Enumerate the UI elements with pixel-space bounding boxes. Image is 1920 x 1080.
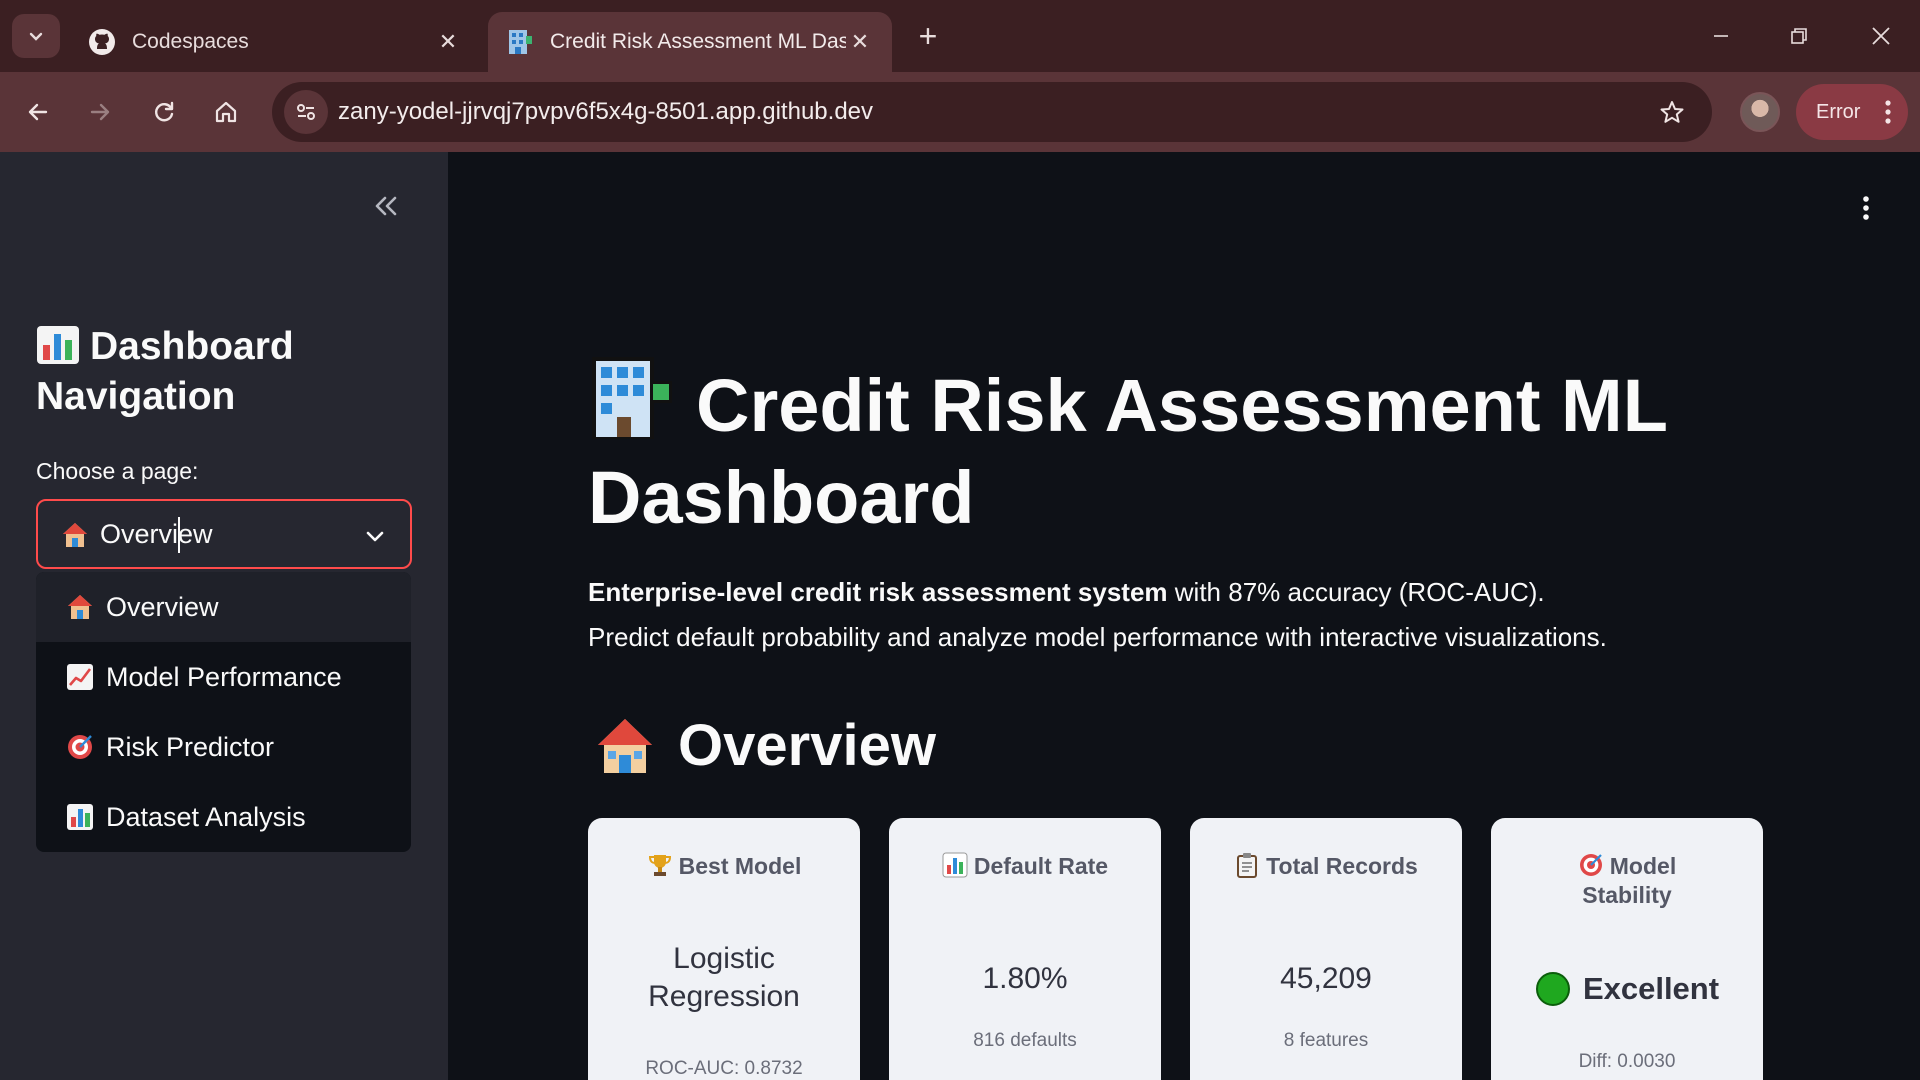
metric-sub: 816 defaults: [973, 1030, 1077, 1051]
metric-sub: ROC-AUC: 0.8732: [645, 1058, 803, 1079]
page-title-text: Credit Risk Assessment ML Dashboard: [588, 364, 1667, 539]
chart-increasing-icon: [67, 664, 93, 690]
metric-value: 1.80%: [982, 962, 1068, 995]
clipboard-icon: [1237, 853, 1258, 878]
bar-chart-icon: [37, 326, 79, 364]
intro-rest: with 87% accuracy (ROC-AUC).: [1167, 577, 1545, 607]
close-icon[interactable]: ✕: [434, 29, 462, 55]
tab-search-button[interactable]: [12, 14, 60, 58]
intro-line-2: Predict default probability and analyze …: [588, 622, 1607, 652]
more-vert-icon: [1863, 196, 1869, 220]
bar-chart-icon: [942, 852, 968, 878]
browser-toolbar: zany-yodel-jjrvqj7pvpv6f5x4g-8501.app.gi…: [0, 72, 1920, 152]
metric-label: Model Stability: [1531, 852, 1723, 910]
bookmark-button[interactable]: [1652, 92, 1692, 132]
sidebar: Dashboard Navigation Choose a page: Over…: [0, 152, 448, 1080]
trophy-icon: [648, 855, 671, 876]
metric-value: 45,209: [1280, 962, 1372, 995]
chevron-down-icon: [29, 32, 43, 41]
browser-tab-strip: Codespaces ✕ Credit Risk Assessment ML D…: [0, 0, 1920, 72]
new-tab-button[interactable]: +: [908, 18, 948, 58]
metric-label: Default Rate: [909, 852, 1141, 881]
tab-credit-risk-dashboard[interactable]: Credit Risk Assessment ML Dashboard ✕: [488, 12, 892, 72]
tab-codespaces[interactable]: Codespaces ✕: [70, 12, 480, 72]
office-building-icon: [506, 28, 534, 56]
bar-chart-icon: [67, 804, 93, 830]
reload-icon: [155, 101, 174, 122]
more-vert-icon: [1885, 100, 1891, 124]
arrow-left-icon: [28, 103, 48, 121]
menu-item-label: Dataset Analysis: [106, 801, 306, 832]
close-window-button[interactable]: [1856, 14, 1906, 58]
close-icon: [1872, 27, 1890, 45]
metric-card-default-rate: Default Rate 1.80% 816 defaults: [889, 818, 1161, 1080]
text-cursor: [178, 517, 180, 553]
arrow-right-icon: [90, 103, 110, 121]
house-icon: [63, 523, 87, 547]
intro-bold: Enterprise-level credit risk assessment …: [588, 577, 1168, 607]
metric-value: Logistic Regression: [648, 942, 800, 1013]
metric-sub: 8 features: [1283, 1030, 1369, 1051]
page-dropdown-menu: Overview Model Performance Risk Predicto…: [36, 572, 411, 852]
profile-avatar[interactable]: [1740, 92, 1780, 132]
error-button[interactable]: Error: [1796, 84, 1908, 140]
metric-label: Best Model: [608, 852, 840, 881]
menu-item-label: Risk Predictor: [106, 731, 275, 762]
menu-item-model-performance[interactable]: Model Performance: [36, 642, 411, 712]
house-icon: [68, 595, 92, 619]
menu-item-label: Overview: [106, 591, 219, 622]
site-info-button[interactable]: [284, 90, 328, 134]
error-label: Error: [1816, 100, 1861, 123]
reload-button[interactable]: [142, 90, 186, 134]
metric-card-best-model: Best Model Logistic Regression ROC-AUC: …: [588, 818, 860, 1080]
collapse-sidebar-button[interactable]: [364, 186, 408, 226]
page-selectbox[interactable]: Overview: [36, 499, 412, 569]
house-icon: [598, 718, 652, 773]
back-button[interactable]: [16, 90, 60, 134]
chevron-down-icon[interactable]: [362, 523, 388, 549]
app-main-menu-button[interactable]: [1852, 194, 1880, 222]
home-icon: [215, 101, 237, 123]
menu-item-risk-predictor[interactable]: Risk Predictor: [36, 712, 411, 782]
github-icon: [88, 28, 116, 56]
tab-title: Codespaces: [132, 30, 249, 53]
metric-label: Total Records: [1210, 852, 1442, 881]
metric-card-total-records: Total Records 45,209 8 features: [1190, 818, 1462, 1080]
tab-title: Credit Risk Assessment ML Dashboard: [550, 30, 846, 53]
sidebar-title: Dashboard Navigation: [36, 322, 416, 422]
metric-value: Excellent: [1582, 971, 1720, 1006]
close-icon[interactable]: ✕: [846, 29, 874, 55]
address-bar[interactable]: zany-yodel-jjrvqj7pvpv6f5x4g-8501.app.gi…: [272, 82, 1712, 142]
green-circle-icon: [1535, 972, 1570, 1006]
target-icon: [68, 735, 92, 759]
target-icon: [1579, 854, 1602, 876]
metric-card-model-stability: Model Stability Excellent Diff: 0.0030: [1491, 818, 1763, 1080]
home-button[interactable]: [204, 90, 248, 134]
intro-text: Enterprise-level credit risk assessment …: [588, 570, 1848, 660]
minimize-button[interactable]: [1696, 14, 1746, 58]
section-heading-text: Overview: [678, 713, 936, 778]
selected-page-value[interactable]: Overview: [100, 519, 213, 550]
minimize-icon: [1714, 35, 1728, 37]
restore-button[interactable]: [1774, 14, 1824, 58]
metric-sub: Diff: 0.0030: [1578, 1051, 1676, 1072]
menu-item-label: Model Performance: [106, 661, 342, 692]
page-title: Credit Risk Assessment ML Dashboard: [588, 355, 1788, 544]
menu-item-overview[interactable]: Overview: [36, 572, 411, 642]
restore-icon: [1791, 28, 1807, 44]
star-icon: [1660, 101, 1684, 123]
metric-value-row: Excellent: [1501, 970, 1753, 1008]
double-chevron-left-icon: [375, 196, 397, 216]
section-heading: Overview: [594, 712, 936, 779]
tune-icon: [297, 104, 315, 120]
menu-item-dataset-analysis[interactable]: Dataset Analysis: [36, 782, 411, 852]
office-building-icon: [592, 357, 672, 439]
forward-button[interactable]: [78, 90, 122, 134]
url-text[interactable]: zany-yodel-jjrvqj7pvpv6f5x4g-8501.app.gi…: [338, 98, 873, 126]
select-label: Choose a page:: [36, 458, 199, 484]
